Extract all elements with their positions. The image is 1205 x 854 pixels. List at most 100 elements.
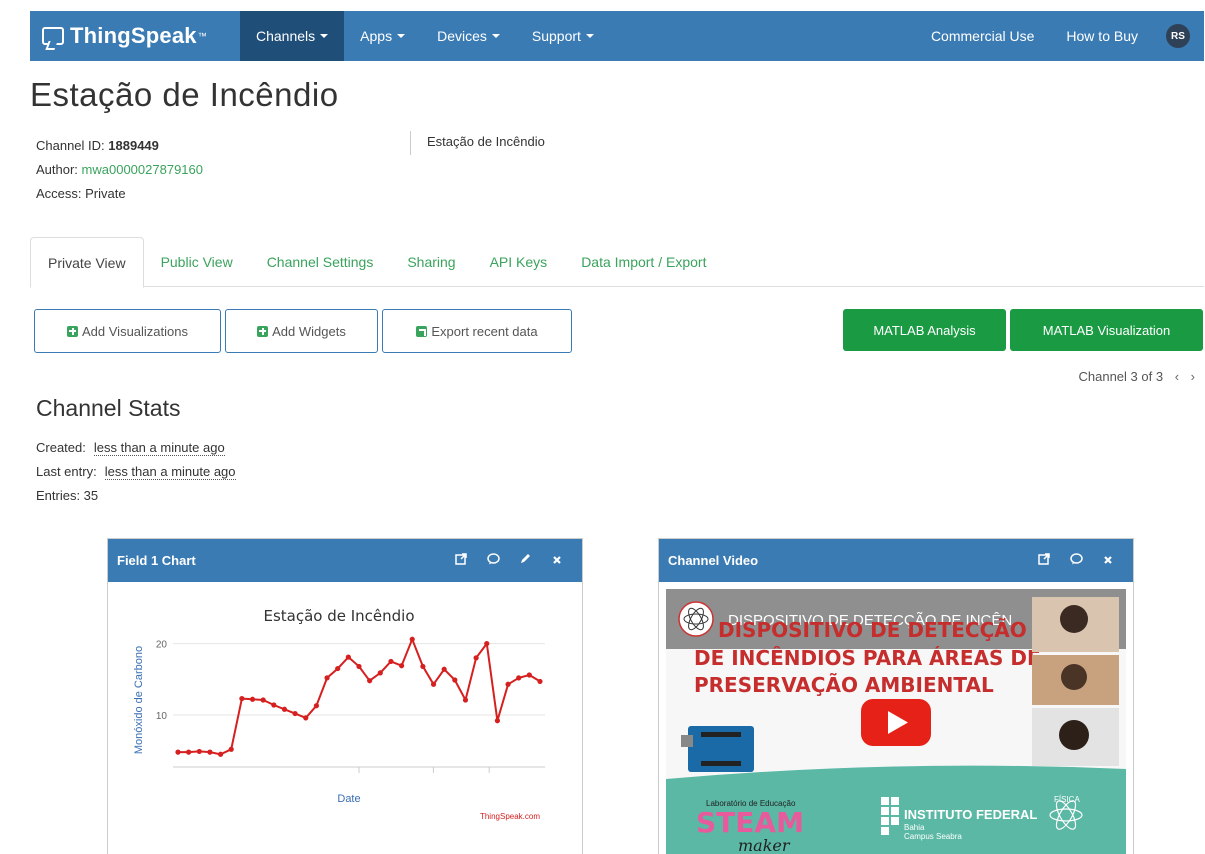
steam-logo: STEAM <box>696 806 804 839</box>
instituto-federal-sub2: Campus Seabra <box>904 832 962 841</box>
data-point <box>356 663 362 670</box>
tab-data-import-export[interactable]: Data Import / Export <box>564 237 723 287</box>
widget-tools <box>455 553 573 568</box>
user-avatar[interactable]: RS <box>1166 24 1190 48</box>
thingspeak-credit: ThingSpeak.com <box>480 812 540 821</box>
nav-commercial-use[interactable]: Commercial Use <box>915 11 1050 61</box>
nav-support[interactable]: Support <box>516 11 610 61</box>
add-widgets-label: Add Widgets <box>272 323 346 339</box>
channel-tabs: Private View Public View Channel Setting… <box>30 237 1204 288</box>
series-line <box>178 636 541 756</box>
thingspeak-logo[interactable]: ThingSpeak ™ <box>30 11 240 61</box>
data-point <box>441 666 447 672</box>
add-widgets-button[interactable]: Add Widgets <box>225 309 378 353</box>
matlab-visualization-button[interactable]: MATLAB Visualization <box>1010 309 1203 351</box>
y-axis-label: Monóxido de Carbono <box>133 646 145 754</box>
nav-apps-label: Apps <box>360 28 393 44</box>
widget-title: Field 1 Chart <box>117 553 196 568</box>
chart-title: Estação de Incêndio <box>263 607 414 625</box>
author-row: Author: mwa0000027879160 <box>36 158 203 182</box>
nav-how-to-buy[interactable]: How to Buy <box>1050 11 1154 61</box>
data-point <box>367 678 373 684</box>
data-point <box>228 746 234 752</box>
y-tick-label: 10 <box>156 711 168 722</box>
instituto-federal-sub1: Bahia <box>904 823 925 832</box>
data-point <box>281 706 288 712</box>
external-link-icon[interactable] <box>455 553 467 568</box>
channel-stats-title: Channel Stats <box>36 395 181 421</box>
last-entry-row: Last entry: less than a minute ago <box>36 460 236 484</box>
last-entry-value: less than a minute ago <box>104 464 236 480</box>
instituto-federal-text: INSTITUTO FEDERAL <box>904 807 1037 822</box>
data-point <box>239 695 245 702</box>
data-point <box>494 718 501 724</box>
line-chart: Estação de Incêndio 10 20 Date Monóxido de C… <box>133 607 545 821</box>
data-point <box>260 697 266 703</box>
pencil-icon[interactable] <box>519 553 531 568</box>
created-label: Created: <box>36 440 86 455</box>
youtube-video-embed[interactable]: DISPOSITIVO DE DETECÇÃO DE INCÊN... DISP… <box>666 589 1126 854</box>
brand-name: ThingSpeak <box>70 23 197 48</box>
widget-title: Channel Video <box>668 553 759 568</box>
data-point <box>345 654 351 660</box>
tab-private-view[interactable]: Private View <box>30 237 144 288</box>
data-point <box>537 678 543 685</box>
data-point <box>484 640 490 647</box>
data-point <box>377 670 383 676</box>
add-visualizations-label: Add Visualizations <box>82 323 188 339</box>
tab-public-view[interactable]: Public View <box>144 237 250 287</box>
brand-trademark: ™ <box>197 31 207 41</box>
widget-header: Field 1 Chart <box>108 539 582 582</box>
video-headline-line-2: DE INCÊNDIOS PARA ÁREAS DE <box>694 646 1041 670</box>
nav-channels[interactable]: Channels <box>240 11 345 61</box>
data-point <box>186 749 192 755</box>
export-label: Export recent data <box>431 323 538 339</box>
tab-api-keys[interactable]: API Keys <box>473 237 565 287</box>
comment-icon[interactable] <box>487 553 500 568</box>
data-point <box>505 681 511 687</box>
nav-devices-label: Devices <box>437 28 487 44</box>
nav-apps[interactable]: Apps <box>344 11 421 61</box>
channel-id-row: Channel ID: 1889449 <box>36 134 203 158</box>
close-icon[interactable] <box>1102 554 1114 568</box>
data-point <box>271 702 277 708</box>
tab-sharing[interactable]: Sharing <box>390 237 472 287</box>
matlab-analysis-button[interactable]: MATLAB Analysis <box>843 309 1006 351</box>
nav-right: Commercial Use How to Buy RS <box>915 11 1204 61</box>
caret-down-icon <box>491 34 500 38</box>
add-visualizations-button[interactable]: Add Visualizations <box>34 309 221 353</box>
page-title: Estação de Incêndio <box>30 76 339 113</box>
data-point <box>196 748 202 755</box>
external-link-icon[interactable] <box>1038 553 1050 568</box>
chart-area: Estação de Incêndio 10 20 Date Monóxido de C… <box>113 590 576 854</box>
y-tick-label: 20 <box>156 640 168 651</box>
author-link[interactable]: mwa0000027879160 <box>82 162 203 177</box>
data-point <box>292 710 298 717</box>
data-point <box>249 696 256 702</box>
maker-logo: maker <box>738 836 791 854</box>
chevron-left-icon[interactable]: ‹ <box>1175 369 1179 384</box>
nav-support-label: Support <box>531 28 581 44</box>
plus-icon <box>67 325 78 337</box>
nav-channels-label: Channels <box>256 28 316 44</box>
comment-icon[interactable] <box>1070 553 1083 568</box>
export-recent-data-button[interactable]: Export recent data <box>382 309 572 353</box>
data-point <box>398 663 405 669</box>
plus-icon <box>257 325 269 337</box>
data-point <box>473 655 479 661</box>
data-point <box>452 677 458 683</box>
fisica-text: FÍSICA <box>1054 795 1080 804</box>
chevron-right-icon[interactable]: › <box>1191 369 1195 384</box>
close-icon[interactable] <box>551 554 563 568</box>
data-point <box>420 663 426 670</box>
tab-channel-settings[interactable]: Channel Settings <box>250 237 391 287</box>
data-point <box>303 715 309 721</box>
widget-tools <box>1038 553 1124 568</box>
data-point <box>462 697 469 703</box>
author-label: Author: <box>36 162 78 177</box>
data-point <box>217 751 224 757</box>
created-row: Created: less than a minute ago <box>36 436 236 460</box>
nav-devices[interactable]: Devices <box>421 11 516 61</box>
channel-count: Channel 3 of 3 <box>1078 369 1164 384</box>
export-icon <box>416 325 428 337</box>
